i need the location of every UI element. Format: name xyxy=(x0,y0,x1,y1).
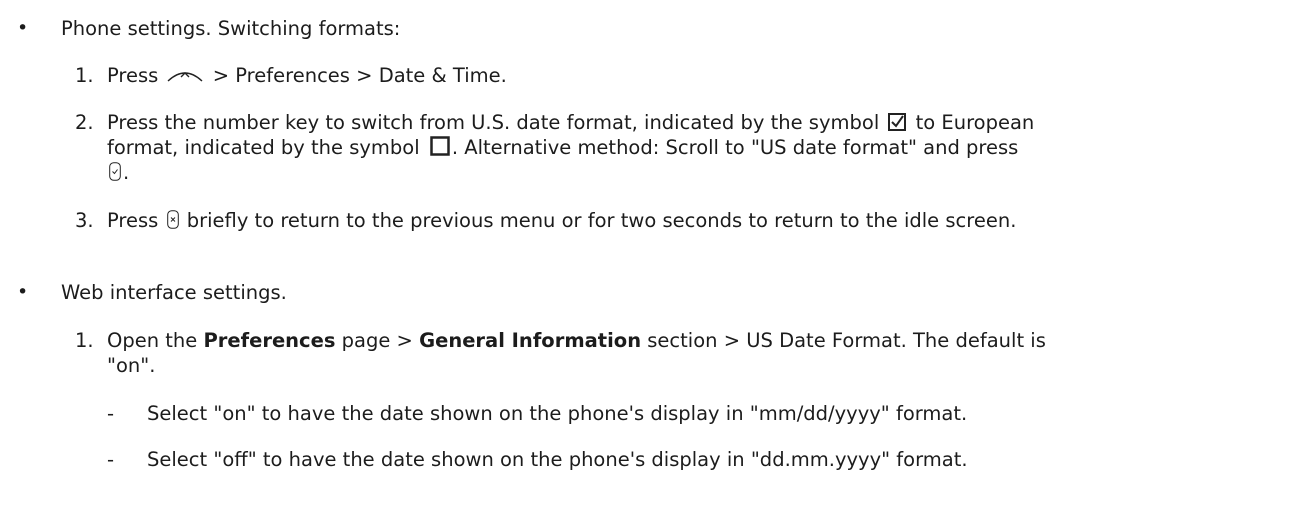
cancel-key-icon xyxy=(166,210,179,229)
phone-step-2-line-2: format, indicated by the symbol . Altern… xyxy=(107,135,1018,160)
step-text: Open the xyxy=(107,329,204,352)
up-arrow-key-icon xyxy=(167,65,203,83)
step-text: . Alternative method: Scroll to "US date… xyxy=(451,136,1019,159)
step-text: section > US Date Format. The default is xyxy=(641,329,1046,352)
step-text: Press the number key to switch from U.S.… xyxy=(107,111,886,134)
step-number: 2. xyxy=(75,111,94,134)
step-text: Press xyxy=(107,64,159,87)
option-dash: - xyxy=(107,402,115,425)
phone-step-3: Press briefly to return to the previous … xyxy=(107,208,1016,233)
option-off-description: Select "off" to have the date shown on t… xyxy=(147,448,968,471)
ok-key-icon xyxy=(109,162,121,181)
step-text: page > xyxy=(335,329,420,352)
web-settings-heading: Web interface settings. xyxy=(61,281,287,304)
bullet-phone-settings: • xyxy=(17,17,29,39)
web-step-1-line-2: "on". xyxy=(107,354,156,377)
phone-step-1: Press > Preferences > Date & Time. xyxy=(107,63,507,88)
document-page: • Phone settings. Switching formats: 1. … xyxy=(0,0,1301,527)
general-information-section-name: General Information xyxy=(419,329,642,352)
step-text: Press xyxy=(107,209,165,232)
preferences-page-name: Preferences xyxy=(203,329,336,352)
step-text: > Preferences > Date & Time. xyxy=(206,64,507,87)
step-number: 1. xyxy=(75,64,94,87)
step-text: format, indicated by the symbol xyxy=(107,136,426,159)
checked-box-icon xyxy=(888,112,907,131)
option-dash: - xyxy=(107,448,115,471)
step-text: to European xyxy=(909,111,1035,134)
phone-settings-heading: Phone settings. Switching formats: xyxy=(61,17,401,40)
step-number: 1. xyxy=(75,329,94,352)
step-text: . xyxy=(123,161,130,184)
empty-box-icon xyxy=(430,135,450,156)
phone-step-2-line-3: . xyxy=(107,160,129,185)
step-number: 3. xyxy=(75,209,94,232)
bullet-web-settings: • xyxy=(17,281,29,303)
step-text: briefly to return to the previous menu o… xyxy=(180,209,1017,232)
option-on-description: Select "on" to have the date shown on th… xyxy=(147,402,968,425)
web-step-1-line-1: Open the Preferences page > General Info… xyxy=(107,328,1046,353)
phone-step-2-line-1: Press the number key to switch from U.S.… xyxy=(107,110,1034,135)
